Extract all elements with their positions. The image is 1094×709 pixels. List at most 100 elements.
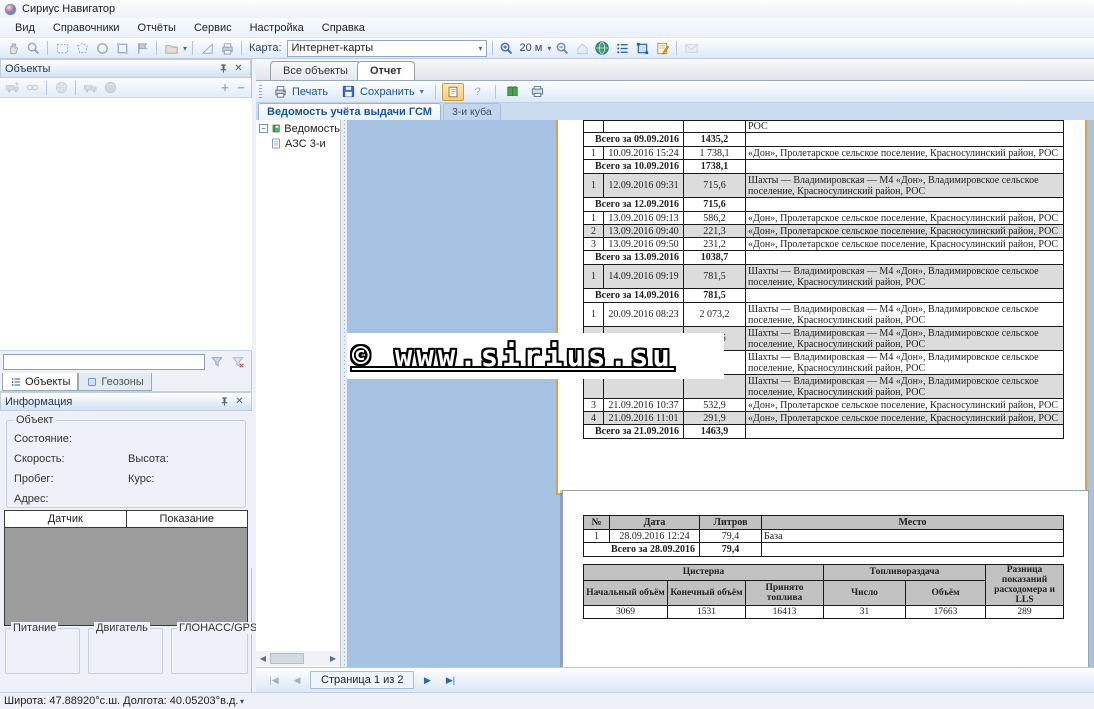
table-row: 110.09.2016 15:241 738,1«Дон», Пролетарс… bbox=[584, 147, 1064, 160]
select-square-icon[interactable] bbox=[113, 40, 131, 57]
vehicle-icon[interactable] bbox=[81, 79, 99, 96]
pan-hand-icon[interactable] bbox=[4, 40, 22, 57]
tab-geozones[interactable]: Геозоны bbox=[78, 373, 151, 391]
pin-icon[interactable] bbox=[217, 395, 232, 409]
scrollbar-thumb[interactable] bbox=[270, 653, 304, 664]
scroll-left-icon[interactable]: ◀ bbox=[256, 654, 270, 663]
select-lasso-icon[interactable] bbox=[73, 40, 91, 57]
height-label: Высота: bbox=[128, 453, 169, 465]
zoom-scale-value[interactable]: 20 м bbox=[518, 42, 545, 54]
first-page-button[interactable]: |◀ bbox=[264, 671, 284, 689]
print-button-label: Печать bbox=[292, 86, 328, 98]
parameters-toggle-button[interactable] bbox=[442, 83, 464, 101]
table-cell: 12.09.2016 09:31 bbox=[604, 174, 684, 198]
next-page-button[interactable]: ▶ bbox=[417, 671, 437, 689]
geozones-icon[interactable] bbox=[633, 40, 651, 57]
last-page-button[interactable]: ▶| bbox=[440, 671, 460, 689]
menu-item[interactable]: Справка bbox=[313, 20, 374, 36]
pin-icon[interactable] bbox=[216, 62, 231, 76]
toolbar-grip[interactable] bbox=[259, 85, 262, 99]
menu-item[interactable]: Отчёты bbox=[129, 20, 185, 36]
table-cell: 13.09.2016 09:13 bbox=[604, 212, 684, 225]
print-map-icon[interactable] bbox=[218, 40, 236, 57]
globe-track-icon[interactable] bbox=[52, 79, 70, 96]
tab-report-vedomost[interactable]: Ведомость учёта выдачи ГСМ bbox=[258, 103, 441, 120]
objects-list-icon[interactable] bbox=[613, 40, 631, 57]
zoom-out-icon[interactable] bbox=[553, 40, 571, 57]
map-source-combobox[interactable]: Интернет-карты ▾ bbox=[287, 40, 487, 57]
table-cell: «Дон», Пролетарское сельское поселение, … bbox=[746, 212, 1064, 225]
save-button-label: Сохранить bbox=[360, 86, 415, 98]
objects-mini-toolbar: + − bbox=[0, 78, 251, 98]
mail-icon[interactable] bbox=[682, 40, 700, 57]
print-button[interactable]: Печать bbox=[268, 83, 333, 100]
map-source-caret-icon: ▾ bbox=[479, 44, 483, 53]
objects-filter-row bbox=[0, 352, 252, 372]
tab-objects[interactable]: Объекты bbox=[2, 373, 78, 391]
tree-node-root-label: Ведомость bbox=[284, 123, 340, 135]
menu-item[interactable]: Вид bbox=[6, 20, 44, 36]
book-view-button[interactable] bbox=[502, 83, 524, 101]
previous-page-button[interactable]: ◀ bbox=[287, 671, 307, 689]
report-page-viewer[interactable]: РОСВсего за 09.09.20161435,2110.09.2016 … bbox=[347, 120, 1094, 667]
tree-node-root[interactable]: − Ведомость bbox=[256, 120, 340, 135]
tree-horizontal-scrollbar[interactable]: ◀ ▶ bbox=[256, 651, 340, 666]
sub-header: Конечный объём bbox=[668, 580, 746, 605]
collapse-icon[interactable]: − bbox=[259, 124, 268, 133]
menu-item[interactable]: Сервис bbox=[185, 20, 241, 36]
status-caret-icon[interactable]: ▾ bbox=[240, 697, 244, 706]
objects-panel-header: Объекты ✕ bbox=[0, 59, 251, 78]
sub-header: Объём bbox=[906, 580, 986, 605]
layers-caret-icon[interactable]: ▾ bbox=[183, 44, 187, 53]
filter-icon[interactable] bbox=[208, 354, 226, 371]
menu-item[interactable]: Справочники bbox=[44, 20, 129, 36]
select-rect-icon[interactable] bbox=[53, 40, 71, 57]
tab-report[interactable]: Отчет bbox=[357, 61, 415, 80]
world-icon[interactable] bbox=[101, 79, 119, 96]
zoom-scale-caret-icon[interactable]: ▾ bbox=[547, 44, 551, 53]
zoom-in-icon[interactable] bbox=[498, 40, 516, 57]
tab-all-objects-label: Все объекты bbox=[283, 65, 348, 77]
table-cell: «Дон», Пролетарское сельское поселение, … bbox=[746, 238, 1064, 251]
table-cell: 4 bbox=[584, 412, 604, 425]
save-button[interactable]: Сохранить ▾ bbox=[336, 83, 429, 100]
home-view-icon[interactable] bbox=[573, 40, 591, 57]
sub-header: Принято топлива bbox=[746, 580, 824, 605]
measure-icon[interactable] bbox=[198, 40, 216, 57]
table-cell: 1 bbox=[584, 530, 610, 543]
link-icon[interactable] bbox=[23, 79, 41, 96]
page-indicator: Страница 1 из 2 bbox=[310, 671, 414, 689]
summary-value: 289 bbox=[986, 606, 1064, 619]
close-icon[interactable]: ✕ bbox=[232, 395, 247, 409]
menu-item[interactable]: Настройка bbox=[241, 20, 313, 36]
table-cell bbox=[746, 425, 1064, 439]
edit-notes-icon[interactable] bbox=[653, 40, 671, 57]
objects-list[interactable] bbox=[0, 98, 252, 351]
total-value: 1038,7 bbox=[684, 251, 746, 265]
scroll-right-icon[interactable]: ▶ bbox=[326, 654, 340, 663]
help-button[interactable]: ? bbox=[467, 83, 489, 101]
objects-filter-input[interactable] bbox=[3, 354, 205, 370]
layers-icon[interactable] bbox=[162, 40, 180, 57]
table-header-row: №ДатаЛитровМесто bbox=[584, 516, 1064, 530]
route-flag-icon[interactable] bbox=[133, 40, 151, 57]
map-source-value: Интернет-карты bbox=[292, 42, 374, 54]
tree-node-child[interactable]: АЗС 3-и bbox=[256, 135, 340, 150]
remove-icon[interactable]: − bbox=[234, 80, 248, 95]
table-cell bbox=[684, 121, 746, 133]
add-icon[interactable]: + bbox=[218, 80, 232, 95]
close-icon[interactable]: ✕ bbox=[231, 62, 246, 76]
tab-report-cuba[interactable]: 3-и куба bbox=[443, 103, 501, 120]
total-value: 715,6 bbox=[684, 198, 746, 212]
table-cell: 3 bbox=[584, 238, 604, 251]
tab-geozones-label: Геозоны bbox=[101, 376, 143, 388]
page-setup-button[interactable] bbox=[527, 83, 549, 101]
tab-all-objects[interactable]: Все объекты bbox=[270, 61, 361, 80]
clear-filter-icon[interactable] bbox=[229, 354, 247, 371]
tab-objects-label: Объекты bbox=[25, 376, 70, 388]
total-label: Всего за 12.09.2016 bbox=[584, 198, 684, 212]
zoom-select-icon[interactable] bbox=[24, 40, 42, 57]
select-circle-icon[interactable] bbox=[93, 40, 111, 57]
add-vehicle-icon[interactable] bbox=[3, 79, 21, 96]
globe-icon[interactable] bbox=[593, 40, 611, 57]
